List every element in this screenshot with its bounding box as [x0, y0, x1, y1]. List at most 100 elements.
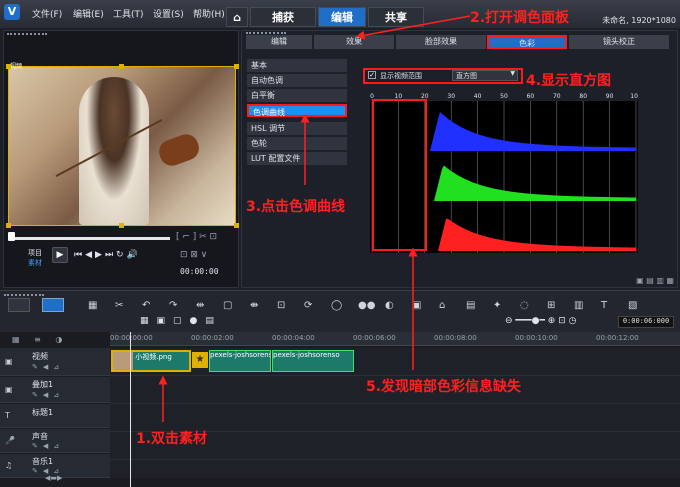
toolbar-tool-icon[interactable]: ◐ [385, 300, 394, 311]
track-controls-overlay[interactable]: ✎◀⊿ [32, 391, 64, 399]
track-name-title: 标题1 [32, 408, 54, 417]
preview-dots [7, 33, 47, 36]
title-track-icon: T [5, 411, 10, 420]
color-item-wb[interactable]: 白平衡 [247, 89, 347, 102]
ruler-label: 00:00:08:00 [434, 334, 477, 342]
play-button[interactable]: ▶ [52, 247, 68, 263]
tool-icons[interactable]: ▦ ✂ ↶ ↷ ⇹ ▢ ⇼ ⊡ ⟳ ◯ ●● ◐ ▣ ⌂ ▤ ✦ ◌ ⊞ ▥ T ▧ [88, 300, 648, 314]
color-item-basic[interactable]: 基本 [247, 59, 347, 72]
preview-frame[interactable] [8, 66, 236, 226]
tab-capture[interactable]: 捕获 [250, 7, 316, 27]
toolbar-tool-icon[interactable]: ▧ [628, 300, 637, 311]
toolbar-tool-icon[interactable]: ◯ [331, 300, 342, 311]
handle-bl[interactable] [6, 223, 11, 228]
toolbar-tool-icon[interactable]: ▥ [574, 300, 583, 311]
mode-project[interactable]: 项目 [28, 248, 42, 258]
toolbar-tool-icon[interactable]: ✂ [115, 300, 123, 311]
toolbar-tool-icon[interactable]: ▣ [412, 300, 421, 311]
track-name-video: 视频 [32, 352, 48, 361]
tab-share[interactable]: 共享 [368, 7, 424, 27]
track-head-overlay[interactable]: ▣ 叠加1 ✎◀⊿ [0, 377, 110, 403]
color-item-curves[interactable]: 色调曲线 [247, 104, 347, 117]
project-info: 未命名, 1920*1080 [602, 16, 676, 25]
trim-controls[interactable]: [ ⌐ ] ✂ ⊡ [176, 232, 217, 242]
video-track-icon: ▣ [5, 357, 13, 366]
toolbar-tool-icon[interactable]: ▤ [466, 300, 475, 311]
color-item-hsl[interactable]: HSL 调节 [247, 122, 347, 135]
toolbar-tool-icon[interactable]: ⇹ [196, 300, 204, 311]
toolbar-tool-icon[interactable]: ↷ [169, 300, 177, 311]
toolbar-tool-icon[interactable]: ⇼ [250, 300, 258, 311]
track-controls-video[interactable]: ✎◀⊿ [32, 363, 64, 371]
histogram-tick-label: 90 [606, 93, 614, 100]
handle-top[interactable] [119, 64, 124, 69]
color-item-wheel[interactable]: 色轮 [247, 137, 347, 150]
scrubber-handle[interactable] [8, 232, 15, 241]
handle-br[interactable] [234, 223, 239, 228]
panel-bottom-icons[interactable]: ▣ ▤ ▥ ▦ [636, 276, 674, 285]
toolbar-tool-icon[interactable]: ◌ [520, 300, 529, 311]
storyboard-view-button[interactable] [8, 298, 30, 312]
track-head-video[interactable]: ▣ 视频 ✎◀⊿ [0, 348, 110, 376]
track-head-voice[interactable]: 🎤 声音 ✎◀⊿ [0, 429, 110, 453]
timeline-clip-2[interactable]: pexels-joshsorenso [209, 350, 271, 372]
home-button[interactable]: ⌂ [226, 7, 248, 27]
track-controls-voice[interactable]: ✎◀⊿ [32, 442, 64, 450]
zoom-time[interactable]: 0:00:06:000 [618, 316, 674, 328]
mode-clip[interactable]: 素材 [28, 258, 42, 268]
handle-tr[interactable] [234, 64, 239, 69]
scroll-controls[interactable]: ◀▬▶ [45, 474, 62, 482]
ruler-label: 00:00:10:00 [515, 334, 558, 342]
chevron-down-icon: ▼ [510, 70, 515, 77]
panel-tab-effect[interactable]: 效果 [314, 35, 394, 49]
playhead-line[interactable] [130, 332, 131, 487]
menu-settings[interactable]: 设置(S) [153, 7, 184, 20]
toolbar-tool-icon[interactable]: ⟳ [304, 300, 312, 311]
menu-help[interactable]: 帮助(H) [193, 7, 225, 20]
handle-tl[interactable] [6, 64, 11, 69]
toolbar-tool-icon[interactable]: ⊞ [547, 300, 555, 311]
transport-controls[interactable]: ⏮◀▶⏭↻🔊 [74, 250, 141, 260]
app-logo: V [4, 4, 20, 20]
timeline-view-button[interactable] [42, 298, 64, 312]
toolbar-tool-icon[interactable]: ✦ [493, 300, 501, 311]
track-head-title[interactable]: T 标题1 [0, 404, 110, 428]
menu-file[interactable]: 文件(F) [32, 7, 62, 20]
track-header-tools[interactable]: ▦ ≡ ◑ [12, 335, 68, 344]
panel-tab-face[interactable]: 脸部效果 [396, 35, 486, 49]
tab-edit[interactable]: 编辑 [318, 7, 366, 27]
transition-icon[interactable]: ★ [192, 352, 208, 368]
extra-tools[interactable]: ▦▣▢●▤ [140, 316, 222, 326]
zoom-controls[interactable]: ⊖ ━━━●━ ⊕ ⊡ ◷ [505, 316, 576, 326]
handle-bottom[interactable] [119, 223, 124, 228]
toolbar-tool-icon[interactable]: T [601, 300, 607, 311]
fit-controls[interactable]: ⊡ ⊠ ∨ [180, 250, 207, 260]
toolbar-tool-icon[interactable]: ⌂ [439, 300, 445, 311]
panel-tab-color[interactable]: 色彩 [487, 35, 567, 49]
histogram-mode-select[interactable]: 直方图 ▼ [452, 70, 518, 81]
timecode[interactable]: 00:00:00 [180, 267, 219, 276]
toolbar-dots [4, 294, 44, 296]
track-name-voice: 声音 [32, 432, 48, 441]
ruler-label: 00:00:04:00 [272, 334, 315, 342]
toolbar-tool-icon[interactable]: ▢ [223, 300, 232, 311]
menu-tools[interactable]: 工具(T) [113, 7, 144, 20]
show-range-checkbox[interactable]: ✓ [368, 71, 376, 79]
toolbar-tool-icon[interactable]: ●● [358, 300, 375, 311]
timeline-clip-3[interactable]: pexels-joshsorenso [272, 350, 354, 372]
ruler-label: 00:00:02:00 [191, 334, 234, 342]
toolbar-tool-icon[interactable]: ↶ [142, 300, 150, 311]
color-panel: 编辑 效果 脸部效果 色彩 镜头校正 基本 自动色调 白平衡 色调曲线 HSL … [241, 30, 678, 288]
histogram-mode-value: 直方图 [456, 72, 477, 80]
histogram-tick-label: 100 [630, 93, 638, 100]
timeline-clip-1[interactable]: 小视频.png [111, 350, 191, 372]
panel-tab-edit[interactable]: 编辑 [246, 35, 312, 49]
color-item-lut[interactable]: LUT 配置文件 [247, 152, 347, 165]
annotation-1: 1.双击素材 [136, 431, 208, 447]
color-item-auto[interactable]: 自动色调 [247, 74, 347, 87]
scrubber-track[interactable] [10, 237, 170, 240]
toolbar-tool-icon[interactable]: ⊡ [277, 300, 285, 311]
menu-edit[interactable]: 编辑(E) [73, 7, 104, 20]
toolbar-tool-icon[interactable]: ▦ [88, 300, 97, 311]
panel-tab-lens[interactable]: 镜头校正 [569, 35, 669, 49]
